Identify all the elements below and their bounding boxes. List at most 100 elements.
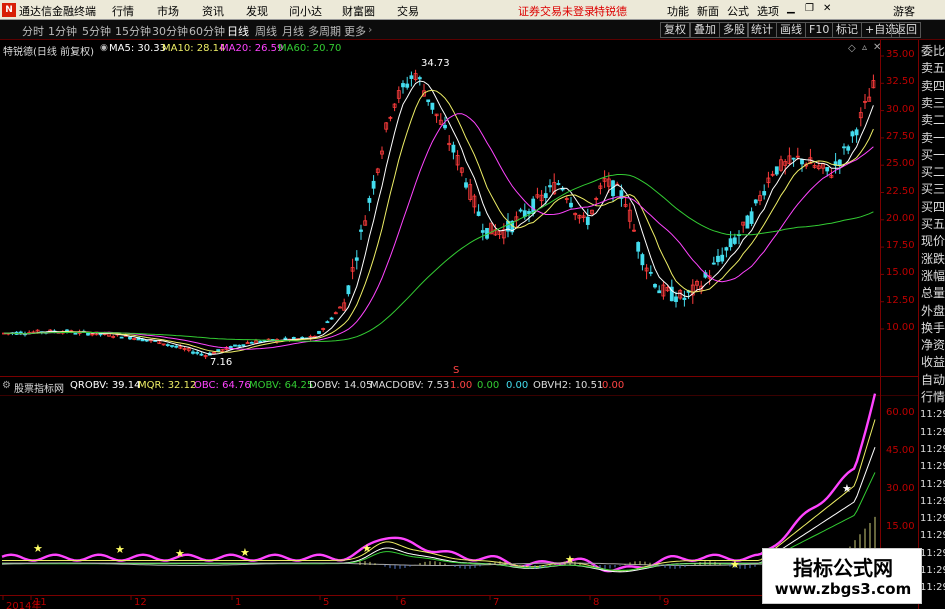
price-axis-tick: 30.00 bbox=[886, 103, 915, 115]
indicator-v2: 0.00 bbox=[477, 380, 500, 391]
chevron-down-icon[interactable]: ◉ bbox=[100, 43, 108, 53]
high-price-label: 34.73 bbox=[421, 58, 450, 69]
signal-star-icon: ★ bbox=[565, 553, 575, 566]
candle-body bbox=[636, 242, 641, 252]
candle-body bbox=[682, 297, 687, 300]
candle-body bbox=[401, 83, 405, 88]
date-axis-tick: 11 bbox=[34, 597, 47, 608]
candle-body bbox=[409, 75, 414, 79]
price-axis-tick: 35.00 bbox=[886, 49, 915, 60]
indicator-axis-tick: 60.00 bbox=[886, 407, 915, 418]
side-panel-label: 换手 bbox=[920, 320, 945, 335]
date-axis-tick: 1 bbox=[235, 597, 242, 608]
candle-body bbox=[199, 353, 204, 356]
candle-body bbox=[119, 336, 124, 339]
candle-body bbox=[640, 254, 645, 266]
candle-body bbox=[476, 211, 481, 216]
close-panel-icon[interactable]: ✕ bbox=[873, 42, 881, 53]
dobv-value: DOBV: 14.05 bbox=[309, 380, 373, 391]
obc-line bbox=[1, 393, 877, 573]
side-panel-label: 涨幅 bbox=[920, 268, 945, 283]
indicator-axis-tick: 15.00 bbox=[886, 521, 915, 532]
candle-body bbox=[367, 198, 372, 203]
candle-body bbox=[480, 230, 485, 233]
candle-body bbox=[585, 216, 590, 225]
candle-body bbox=[518, 209, 523, 212]
side-panel-label: 11:29 bbox=[920, 530, 945, 542]
indicator-settings-icon[interactable]: ⚙ bbox=[2, 380, 11, 391]
candle-body bbox=[556, 183, 561, 185]
candle-body bbox=[191, 351, 195, 354]
obvh2-value: OBVH2: 10.51 bbox=[533, 380, 604, 391]
ma60-line bbox=[4, 174, 874, 342]
qrobv-value: QROBV: 39.14 bbox=[70, 380, 141, 391]
indicator-axis-tick: 30.00 bbox=[886, 483, 915, 494]
ma10-value: MA10: 28.14 bbox=[162, 43, 226, 54]
price-axis-tick: 25.00 bbox=[886, 158, 915, 170]
candle-body bbox=[548, 185, 552, 188]
candle-body bbox=[73, 332, 78, 335]
price-axis-tick: 10.00 bbox=[886, 322, 915, 333]
side-panel-label: 11:29 bbox=[920, 426, 945, 438]
macdobv-value: MACDOBV: 7.53 bbox=[370, 380, 450, 391]
candle-body bbox=[354, 257, 359, 261]
candle-body bbox=[800, 158, 804, 165]
side-panel-label: 买一 bbox=[920, 147, 945, 162]
candle-body bbox=[237, 344, 242, 347]
indicator-axis-tick: 45.00 bbox=[886, 445, 915, 456]
candle-body bbox=[249, 341, 254, 344]
signal-star-icon: ★ bbox=[842, 482, 852, 495]
candle-body bbox=[86, 332, 90, 336]
candle-body bbox=[346, 285, 351, 295]
candle-body bbox=[711, 262, 716, 265]
up-arrow-icon[interactable]: ▵ bbox=[862, 42, 867, 53]
side-panel-label: 11:29 bbox=[920, 409, 945, 421]
side-panel-label: 总量 bbox=[920, 286, 945, 301]
indicator-v4: 0.00 bbox=[602, 380, 625, 391]
side-panel-label: 收益 bbox=[920, 355, 945, 370]
side-panel-label: 卖三 bbox=[920, 95, 945, 110]
side-panel-label: 11:29 bbox=[920, 443, 945, 455]
candle-body bbox=[443, 124, 447, 129]
ma60-value: MA60: 20.70 bbox=[278, 43, 342, 54]
candle-body bbox=[317, 331, 321, 334]
price-axis-tick: 22.50 bbox=[886, 185, 915, 197]
side-panel-label: 卖五 bbox=[920, 61, 945, 76]
date-axis-tick: 8 bbox=[593, 597, 600, 608]
indicator-title: 股票指标网 bbox=[14, 384, 64, 395]
side-panel-label: 现价 bbox=[920, 234, 945, 249]
watermark-url: www.zbgs3.com bbox=[774, 580, 912, 598]
side-panel-label: 卖二 bbox=[920, 113, 945, 128]
candle-body bbox=[569, 202, 573, 208]
side-panel-label: 净资 bbox=[920, 338, 945, 353]
side-panel-label: 买二 bbox=[920, 165, 945, 180]
main-chart-title: 特锐德(日线 前复权) bbox=[3, 47, 94, 58]
kline-chart[interactable]: ★ ★ ★ ★ ★ ★ ★ ★ bbox=[0, 0, 945, 609]
candle-body bbox=[233, 344, 237, 347]
mqr-value: MQR: 32.12 bbox=[138, 380, 197, 391]
candle-body bbox=[825, 167, 830, 172]
candle-body bbox=[165, 344, 170, 347]
diamond-icon[interactable]: ◇ bbox=[848, 43, 856, 54]
side-panel-label: 买三 bbox=[920, 182, 945, 197]
candle-body bbox=[774, 166, 779, 175]
side-panel-label: 11:29 bbox=[920, 461, 945, 473]
mobv-value: MOBV: 64.25 bbox=[249, 380, 314, 391]
candle-body bbox=[216, 349, 221, 352]
candle-body bbox=[732, 237, 737, 244]
ma5-value: MA5: 30.33 bbox=[109, 43, 167, 54]
signal-star-icon: ★ bbox=[362, 542, 372, 555]
quote-side-panel: 委比 卖五 卖四 卖三 卖二 卖一 买一 买二 买三 买四 买五 现价 涨跌 涨幅 总量 外盘 换手 净资 收益 自动… bbox=[918, 40, 945, 609]
side-panel-label: 卖一 bbox=[920, 130, 945, 145]
side-panel-label: 11:29 bbox=[920, 565, 945, 576]
candle-body bbox=[338, 306, 342, 309]
price-axis-tick: 17.50 bbox=[886, 240, 915, 252]
candle-body bbox=[720, 254, 725, 262]
candle-body bbox=[753, 199, 758, 204]
qrobv-line bbox=[2, 447, 876, 573]
date-axis-tick: 5 bbox=[323, 597, 330, 608]
signal-star-icon: ★ bbox=[175, 547, 185, 560]
obc-value: OBC: 64.76 bbox=[194, 380, 251, 391]
side-panel-label: 行情 bbox=[920, 390, 945, 404]
candle-body bbox=[417, 77, 422, 80]
